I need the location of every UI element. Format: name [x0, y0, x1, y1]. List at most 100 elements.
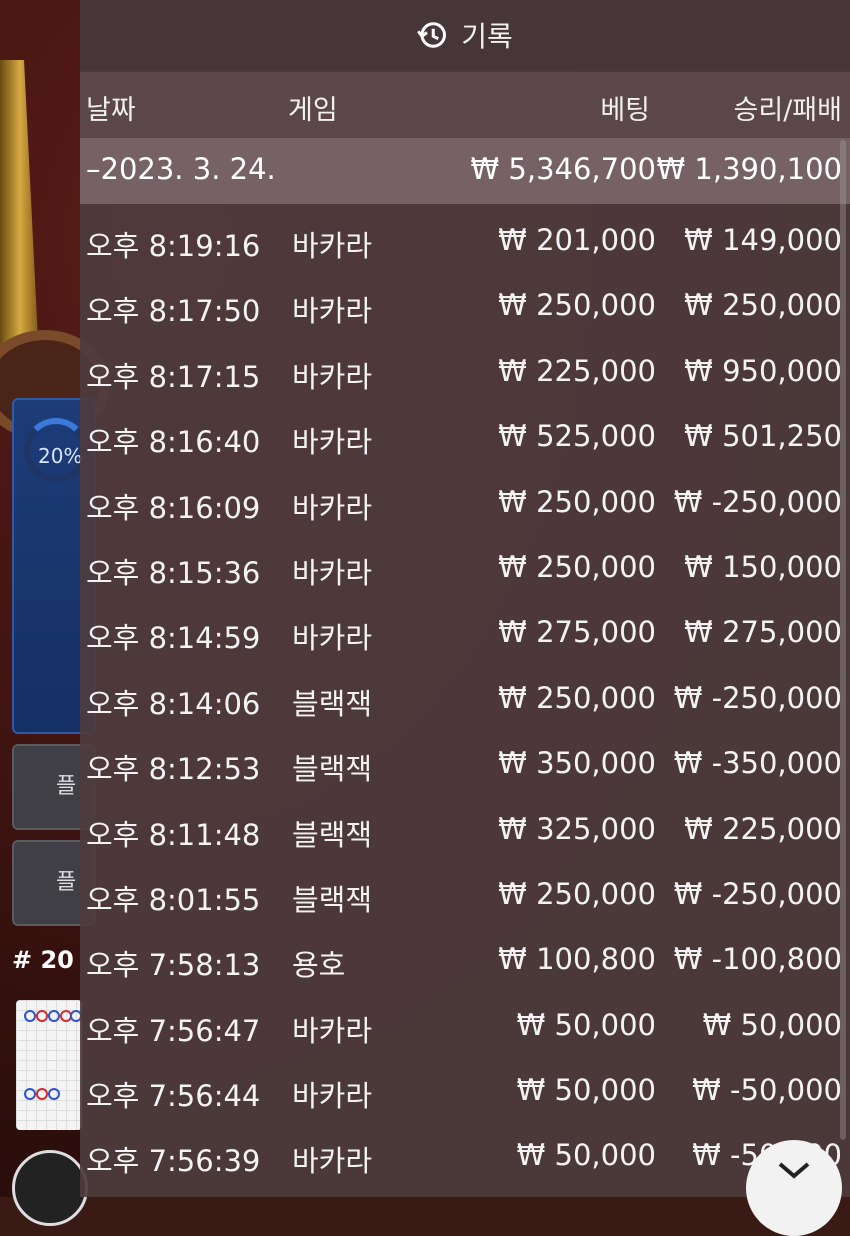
road-dot [36, 1088, 48, 1100]
row-result: ₩ -250,000 [673, 484, 842, 519]
bead-road-card[interactable] [16, 1000, 82, 1130]
summary-date: –2023. 3. 24. [86, 152, 276, 186]
row-result: ₩ 150,000 [684, 549, 842, 584]
scroll-down-button[interactable] [746, 1140, 842, 1236]
history-panel: 기록 날짜 게임 베팅 승리/패배 –2023. 3. 24. ₩ 5,346,… [80, 0, 850, 1197]
row-bet: ₩ 250,000 [498, 680, 656, 715]
row-time: 오후 7:56:44 [86, 1079, 261, 1114]
panel-header: 기록 [80, 0, 850, 70]
row-time: 오후 8:16:09 [86, 490, 261, 525]
row-bet: ₩ 350,000 [498, 746, 656, 781]
road-dot [24, 1010, 36, 1022]
player-button-2-label: 플 [56, 870, 77, 895]
row-result: ₩ -250,000 [673, 680, 842, 715]
row-result: ₩ -100,800 [673, 942, 842, 977]
road-dot [24, 1088, 36, 1100]
row-result: ₩ 225,000 [684, 811, 842, 846]
row-game: 바카라 [292, 555, 373, 590]
row-bet: ₩ 201,000 [498, 223, 656, 257]
row-bet: ₩ 275,000 [498, 615, 656, 650]
row-game: 바카라 [292, 490, 373, 525]
history-icon [417, 22, 447, 48]
row-time: 오후 8:01:55 [86, 882, 261, 917]
chat-button[interactable] [12, 1150, 88, 1226]
table-row[interactable]: 오후 8:14:59 바카라 ₩ 275,000 ₩ 275,000 [80, 601, 850, 666]
road-dot [36, 1010, 48, 1022]
row-bet: ₩ 250,000 [498, 549, 656, 584]
column-game: 게임 [288, 95, 338, 126]
date-summary-row[interactable]: –2023. 3. 24. ₩ 5,346,700 ₩ 1,390,100 [80, 138, 850, 204]
row-bet: ₩ 100,800 [498, 942, 656, 977]
row-bet: ₩ 250,000 [498, 288, 656, 323]
table-row[interactable]: 오후 8:11:48 블랙잭 ₩ 325,000 ₩ 225,000 [80, 798, 850, 863]
row-time: 오후 8:19:16 [86, 229, 261, 263]
row-time: 오후 7:58:13 [86, 948, 261, 983]
table-row[interactable]: 오후 7:56:47 바카라 ₩ 50,000 ₩ 50,000 [80, 994, 850, 1059]
row-game: 바카라 [292, 621, 373, 656]
row-game: 용호 [292, 948, 346, 983]
row-time: 오후 8:14:59 [86, 621, 261, 656]
row-result: ₩ 149,000 [684, 223, 842, 257]
row-bet: ₩ 525,000 [498, 419, 656, 454]
row-result: ₩ -50,000 [692, 1073, 842, 1108]
column-bet: 베팅 [600, 95, 650, 126]
row-game: 바카라 [292, 359, 373, 394]
row-result: ₩ 250,000 [684, 288, 842, 323]
table-row[interactable]: 오후 8:01:55 블랙잭 ₩ 250,000 ₩ -250,000 [80, 863, 850, 928]
chevron-down-icon [778, 1162, 810, 1179]
table-row[interactable]: 오후 7:56:44 바카라 ₩ 50,000 ₩ -50,000 [80, 1059, 850, 1124]
row-bet: ₩ 225,000 [498, 353, 656, 388]
row-game: 블랙잭 [292, 752, 373, 787]
row-bet: ₩ 50,000 [516, 1138, 656, 1173]
table-row[interactable]: 오후 8:12:53 블랙잭 ₩ 350,000 ₩ -350,000 [80, 732, 850, 797]
table-row[interactable]: 오후 7:56:39바카라₩ 50,000₩ -50,000 [80, 1124, 850, 1189]
table-row[interactable]: 오후 7:58:13 용호 ₩ 100,800 ₩ -100,800 [80, 928, 850, 993]
column-date: 날짜 [86, 95, 136, 126]
table-row[interactable]: 오후 8:15:36 바카라 ₩ 250,000 ₩ 150,000 [80, 536, 850, 601]
row-game: 바카라 [292, 1079, 373, 1114]
road-dot [48, 1010, 60, 1022]
table-row[interactable]: 오후 8:16:40 바카라 ₩ 525,000 ₩ 501,250 [80, 405, 850, 470]
summary-result: ₩ 1,390,100 [656, 152, 842, 186]
player-button-1-label: 플 [56, 774, 77, 799]
row-time: 오후 8:17:15 [86, 359, 261, 394]
row-time: 오후 8:16:40 [86, 425, 261, 460]
row-time: 오후 8:11:48 [86, 817, 261, 852]
row-result: ₩ 501,250 [684, 419, 842, 454]
row-game: 블랙잭 [292, 882, 373, 917]
row-result: ₩ 275,000 [684, 615, 842, 650]
row-time: 오후 7:56:39 [86, 1144, 261, 1179]
row-game: 블랙잭 [292, 817, 373, 852]
row-bet: ₩ 250,000 [498, 484, 656, 519]
row-bet: ₩ 325,000 [498, 811, 656, 846]
table-row[interactable]: 오후 8:16:09 바카라 ₩ 250,000 ₩ -250,000 [80, 471, 850, 536]
row-time: 오후 8:14:06 [86, 686, 261, 721]
row-game: 바카라 [292, 229, 373, 263]
road-dot [48, 1088, 60, 1100]
row-game: 바카라 [292, 1144, 373, 1179]
table-row[interactable]: 오후 8:17:15 바카라 ₩ 225,000 ₩ 950,000 [80, 340, 850, 405]
table-number: # 20 [12, 946, 74, 974]
row-game: 바카라 [292, 294, 373, 329]
scrollbar[interactable] [840, 140, 846, 1140]
row-result: ₩ 50,000 [702, 1007, 842, 1042]
column-result: 승리/패배 [733, 95, 842, 126]
row-time: 오후 8:15:36 [86, 555, 261, 590]
row-bet: ₩ 250,000 [498, 876, 656, 911]
row-bet: ₩ 50,000 [516, 1073, 656, 1108]
column-headers: 날짜 게임 베팅 승리/패배 [80, 72, 850, 138]
table-row[interactable]: 오후 8:14:06 블랙잭 ₩ 250,000 ₩ -250,000 [80, 667, 850, 732]
row-result: ₩ -250,000 [673, 876, 842, 911]
row-time: 오후 7:56:47 [86, 1013, 261, 1048]
table-row[interactable]: 오후 8:19:16 바카라 ₩ 201,000 ₩ 149,000 [80, 209, 850, 274]
progress-label: 20% [38, 444, 83, 468]
summary-bet: ₩ 5,346,700 [470, 152, 656, 186]
row-game: 바카라 [292, 1013, 373, 1048]
row-time: 오후 8:12:53 [86, 752, 261, 787]
table-row[interactable]: 오후 8:17:50 바카라 ₩ 250,000 ₩ 250,000 [80, 274, 850, 339]
panel-title: 기록 [461, 20, 513, 53]
row-bet: ₩ 50,000 [516, 1007, 656, 1042]
row-result: ₩ 950,000 [684, 353, 842, 388]
row-result: ₩ -350,000 [673, 746, 842, 781]
row-game: 블랙잭 [292, 686, 373, 721]
